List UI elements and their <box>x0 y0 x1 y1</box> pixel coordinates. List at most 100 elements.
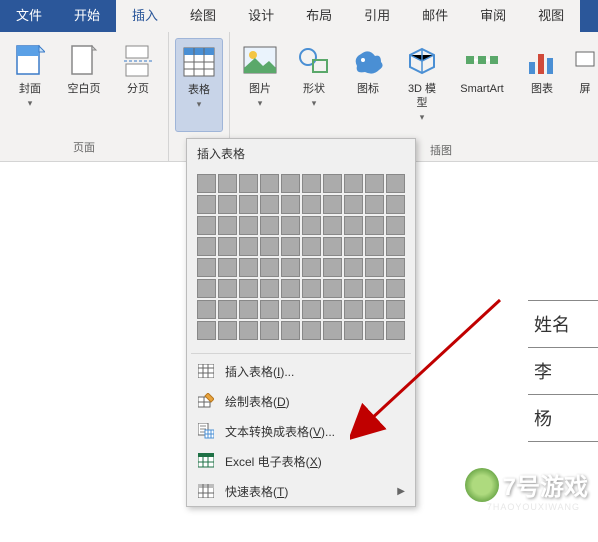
tab-mailings[interactable]: 邮件 <box>406 0 464 32</box>
grid-cell[interactable] <box>239 300 258 319</box>
grid-cell[interactable] <box>323 174 342 193</box>
chart-button[interactable]: 图表 <box>518 38 566 132</box>
grid-cell[interactable] <box>281 216 300 235</box>
screenshot-button[interactable]: 屏 <box>572 38 598 132</box>
table-button[interactable]: 表格 ▾ <box>175 38 223 132</box>
grid-cell[interactable] <box>218 195 237 214</box>
3d-model-button[interactable]: 3D 模型 ▾ <box>398 38 446 132</box>
grid-cell[interactable] <box>239 216 258 235</box>
grid-cell[interactable] <box>302 216 321 235</box>
grid-cell[interactable] <box>197 216 216 235</box>
grid-cell[interactable] <box>344 237 363 256</box>
grid-cell[interactable] <box>386 174 405 193</box>
grid-cell[interactable] <box>239 321 258 340</box>
grid-cell[interactable] <box>239 174 258 193</box>
grid-cell[interactable] <box>323 195 342 214</box>
tab-layout[interactable]: 布局 <box>290 0 348 32</box>
grid-cell[interactable] <box>239 258 258 277</box>
menu-quick-tables[interactable]: 快速表格(T) ▶ <box>187 476 415 506</box>
grid-cell[interactable] <box>260 216 279 235</box>
grid-cell[interactable] <box>365 258 384 277</box>
grid-cell[interactable] <box>365 321 384 340</box>
icons-button[interactable]: 图标 <box>344 38 392 132</box>
grid-cell[interactable] <box>365 300 384 319</box>
shapes-button[interactable]: 形状 ▾ <box>290 38 338 132</box>
grid-cell[interactable] <box>302 258 321 277</box>
menu-insert-table[interactable]: 插入表格(I)... <box>187 356 415 386</box>
grid-cell[interactable] <box>281 300 300 319</box>
grid-cell[interactable] <box>281 279 300 298</box>
grid-cell[interactable] <box>386 237 405 256</box>
grid-cell[interactable] <box>281 258 300 277</box>
grid-cell[interactable] <box>323 258 342 277</box>
blank-page-button[interactable]: 空白页 <box>60 38 108 132</box>
grid-cell[interactable] <box>218 258 237 277</box>
grid-cell[interactable] <box>260 237 279 256</box>
grid-cell[interactable] <box>386 300 405 319</box>
grid-cell[interactable] <box>218 279 237 298</box>
grid-cell[interactable] <box>260 174 279 193</box>
grid-cell[interactable] <box>302 279 321 298</box>
grid-cell[interactable] <box>197 237 216 256</box>
menu-convert-text[interactable]: 文本转换成表格(V)... <box>187 416 415 446</box>
grid-cell[interactable] <box>197 300 216 319</box>
grid-cell[interactable] <box>323 300 342 319</box>
grid-cell[interactable] <box>197 258 216 277</box>
grid-cell[interactable] <box>281 195 300 214</box>
tab-home[interactable]: 开始 <box>58 0 116 32</box>
grid-cell[interactable] <box>197 321 216 340</box>
grid-cell[interactable] <box>344 195 363 214</box>
grid-cell[interactable] <box>239 237 258 256</box>
grid-cell[interactable] <box>323 237 342 256</box>
grid-cell[interactable] <box>365 279 384 298</box>
grid-cell[interactable] <box>344 174 363 193</box>
grid-cell[interactable] <box>197 195 216 214</box>
tab-file[interactable]: 文件 <box>0 0 58 32</box>
grid-cell[interactable] <box>365 174 384 193</box>
grid-cell[interactable] <box>344 321 363 340</box>
grid-cell[interactable] <box>302 195 321 214</box>
grid-cell[interactable] <box>344 216 363 235</box>
grid-cell[interactable] <box>365 237 384 256</box>
grid-cell[interactable] <box>281 174 300 193</box>
picture-button[interactable]: 图片 ▾ <box>236 38 284 132</box>
grid-cell[interactable] <box>218 174 237 193</box>
grid-cell[interactable] <box>386 258 405 277</box>
tab-design[interactable]: 设计 <box>232 0 290 32</box>
grid-cell[interactable] <box>302 174 321 193</box>
grid-cell[interactable] <box>365 216 384 235</box>
page-break-button[interactable]: 分页 <box>114 38 162 132</box>
grid-cell[interactable] <box>386 216 405 235</box>
grid-cell[interactable] <box>281 321 300 340</box>
tab-draw[interactable]: 绘图 <box>174 0 232 32</box>
grid-cell[interactable] <box>197 279 216 298</box>
cover-page-button[interactable]: 封面 ▾ <box>6 38 54 132</box>
grid-cell[interactable] <box>344 258 363 277</box>
table-grid-picker[interactable] <box>187 168 415 351</box>
grid-cell[interactable] <box>239 195 258 214</box>
grid-cell[interactable] <box>365 195 384 214</box>
grid-cell[interactable] <box>323 279 342 298</box>
grid-cell[interactable] <box>260 300 279 319</box>
smartart-button[interactable]: SmartArt <box>452 38 512 132</box>
grid-cell[interactable] <box>260 279 279 298</box>
grid-cell[interactable] <box>386 321 405 340</box>
grid-cell[interactable] <box>302 321 321 340</box>
grid-cell[interactable] <box>302 300 321 319</box>
grid-cell[interactable] <box>260 195 279 214</box>
grid-cell[interactable] <box>323 216 342 235</box>
tab-view[interactable]: 视图 <box>522 0 580 32</box>
grid-cell[interactable] <box>218 321 237 340</box>
grid-cell[interactable] <box>197 174 216 193</box>
grid-cell[interactable] <box>302 237 321 256</box>
grid-cell[interactable] <box>386 279 405 298</box>
grid-cell[interactable] <box>260 258 279 277</box>
grid-cell[interactable] <box>239 279 258 298</box>
menu-draw-table[interactable]: 绘制表格(D) <box>187 386 415 416</box>
grid-cell[interactable] <box>218 237 237 256</box>
tab-insert[interactable]: 插入 <box>116 0 174 32</box>
grid-cell[interactable] <box>344 300 363 319</box>
grid-cell[interactable] <box>323 321 342 340</box>
tab-review[interactable]: 审阅 <box>464 0 522 32</box>
tab-references[interactable]: 引用 <box>348 0 406 32</box>
